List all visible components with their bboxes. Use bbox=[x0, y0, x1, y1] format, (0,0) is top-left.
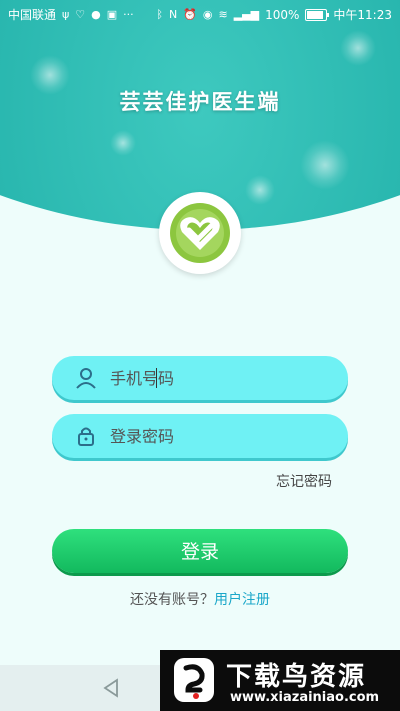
carrier-label: 中国联通 bbox=[8, 8, 57, 22]
alarm-icon: ⏰ bbox=[183, 7, 197, 21]
nfc-icon: N bbox=[168, 7, 178, 21]
sparkle-decoration bbox=[300, 140, 350, 190]
app-title: 芸芸佳护医生端 bbox=[119, 90, 281, 114]
wifi-icon: ≋ bbox=[218, 7, 228, 21]
wechat-icon: ● bbox=[91, 7, 101, 21]
sparkle-decoration bbox=[245, 175, 275, 205]
battery-percent: 100% bbox=[265, 7, 300, 22]
watermark-logo-icon bbox=[174, 658, 214, 702]
user-icon bbox=[72, 364, 100, 392]
login-button[interactable]: 登录 bbox=[52, 529, 348, 573]
no-account-text: 还没有账号？ bbox=[130, 592, 214, 608]
lock-icon bbox=[72, 422, 100, 450]
phone-field[interactable] bbox=[52, 356, 348, 400]
watermark-banner: 下载鸟资源 www.xiazainiao.com bbox=[160, 650, 400, 711]
signal-icon: ▂▄▆ bbox=[233, 7, 260, 21]
back-icon[interactable] bbox=[100, 677, 122, 699]
eye-icon: ◉ bbox=[202, 7, 213, 21]
watermark-url: www.xiazainiao.com bbox=[230, 690, 380, 705]
forgot-password-link[interactable]: 忘记密码 bbox=[276, 471, 332, 491]
password-input[interactable] bbox=[108, 425, 342, 447]
register-prompt: 还没有账号？用户注册 bbox=[0, 589, 400, 609]
sparkle-decoration bbox=[340, 30, 376, 66]
sparkle-decoration bbox=[110, 130, 136, 156]
image-icon: ▣ bbox=[106, 7, 118, 21]
clock: 中午11:23 bbox=[333, 8, 392, 22]
password-field[interactable] bbox=[52, 414, 348, 458]
phone-input[interactable] bbox=[108, 367, 342, 389]
heart-logo-icon bbox=[170, 203, 230, 263]
login-screen: 中国联通 ψ ♡ ● ▣ ··· ᛒ N ⏰ ◉ ≋ ▂▄▆ 100% 中午11… bbox=[0, 0, 400, 711]
bluetooth-icon: ᛒ bbox=[156, 7, 163, 21]
text-cursor bbox=[156, 368, 157, 388]
more-icon: ··· bbox=[123, 7, 134, 21]
register-link[interactable]: 用户注册 bbox=[214, 592, 270, 608]
watermark-title: 下载鸟资源 bbox=[226, 662, 367, 692]
battery-icon bbox=[305, 8, 330, 21]
app-logo bbox=[159, 192, 241, 274]
status-bar: 中国联通 ψ ♡ ● ▣ ··· ᛒ N ⏰ ◉ ≋ ▂▄▆ 100% 中午11… bbox=[0, 0, 400, 28]
heart-icon: ♡ bbox=[75, 7, 86, 21]
usb-icon: ψ bbox=[62, 7, 70, 21]
